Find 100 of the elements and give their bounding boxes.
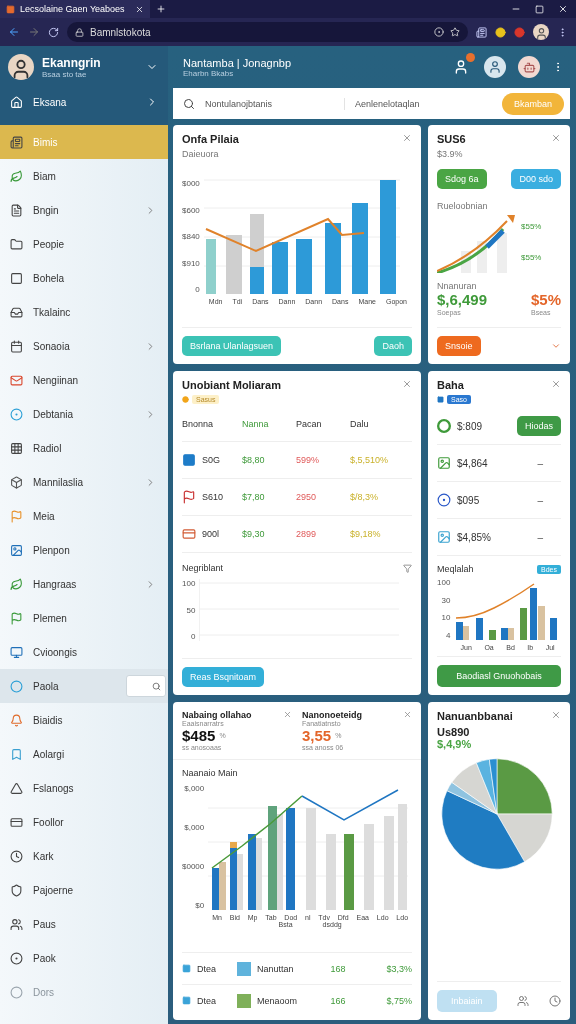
folder-icon (10, 237, 23, 251)
sidebar-item[interactable]: Biaidis (0, 703, 168, 737)
user-subtitle: Bsaa sto tae (42, 69, 87, 79)
axis-label: 4 (444, 630, 451, 640)
sidebar-item[interactable]: Cvioongis (0, 635, 168, 669)
stat-title: Nabaing ollahao (182, 710, 252, 720)
sidebar-item[interactable]: Bngin (0, 193, 168, 227)
section-title: Negriblant (182, 563, 224, 573)
table-cell: $9,18% (350, 529, 381, 539)
caret-icon[interactable] (551, 341, 561, 351)
card-subtitle: $3.9% (437, 149, 464, 159)
leaf-icon (10, 169, 23, 183)
back-icon[interactable] (8, 26, 20, 38)
page-subtitle: Eharbn Bkabs (183, 68, 235, 78)
axis-label: 0 (194, 285, 200, 294)
sidebar-item[interactable]: Sonaoia (0, 329, 168, 363)
forward-icon[interactable] (28, 26, 40, 38)
list-value: $4,864 (457, 457, 489, 469)
axis-label: 10 (440, 613, 451, 623)
sidebar-item[interactable]: Nengiinan (0, 363, 168, 397)
avatar-icon[interactable] (484, 56, 506, 79)
sidebar-item[interactable]: Paola (0, 669, 168, 703)
maximize-icon[interactable] (535, 4, 544, 14)
profile-avatar[interactable] (533, 24, 549, 40)
sidebar-item[interactable]: Eksana (8, 85, 158, 119)
page-title: Nantamba | Jonagnbp (183, 56, 293, 69)
robot-icon[interactable] (518, 56, 540, 79)
small-field[interactable] (126, 675, 166, 697)
lock-icon (75, 27, 84, 37)
bar (271, 242, 288, 294)
sidebar-item[interactable]: Pajoerne (0, 873, 168, 907)
card-title: Onfa Pilaia (182, 133, 239, 145)
table-cell: S0G (202, 455, 220, 465)
clock-icon[interactable] (549, 995, 561, 1007)
bar (225, 235, 242, 294)
filter-field[interactable]: Aenlenelotaqlan (353, 97, 494, 110)
sidebar-item[interactable]: Radiol (0, 431, 168, 465)
sidebar-item[interactable]: Fslanogs (0, 771, 168, 805)
card-icon (182, 527, 196, 541)
square-icon (182, 453, 196, 467)
bar (550, 618, 558, 640)
sidebar-item[interactable]: Aolargi (0, 737, 168, 771)
search-field[interactable]: Nontulanojbtanis (203, 97, 345, 110)
action-button[interactable]: Baodiasl Gnuohobais (437, 665, 561, 687)
table-cell: $7,80 (242, 492, 265, 502)
sidebar-item[interactable]: Plenpon (0, 533, 168, 567)
table-cell: 900l (202, 529, 219, 539)
legend-name: Nanuttan (257, 963, 295, 974)
target-icon (434, 27, 444, 37)
stat-value: $,4,9% (437, 738, 473, 750)
sidebar-item[interactable]: Plemen (0, 601, 168, 635)
users-icon[interactable] (516, 995, 529, 1007)
inbox-icon (10, 305, 23, 319)
legend-count: 166 (330, 995, 347, 1006)
reload-icon[interactable] (48, 26, 59, 38)
action-button[interactable]: Hiodas (517, 416, 561, 436)
sidebar-item[interactable]: Hangraas (0, 567, 168, 601)
image-icon (10, 543, 23, 557)
sidebar-item[interactable]: Kark (0, 839, 168, 873)
axis-label: $,000 (183, 823, 205, 832)
sidebar-item[interactable]: Biam (0, 159, 168, 193)
sidebar-item[interactable]: Foollor (0, 805, 168, 839)
sidebar-item[interactable]: Meia (0, 499, 168, 533)
list-action: – (537, 457, 543, 469)
circle-icon (10, 679, 23, 693)
image-icon (437, 530, 451, 544)
axis-label: $910 (182, 258, 200, 268)
mail-icon (10, 373, 23, 387)
sidebar-item[interactable]: Debtania (0, 397, 168, 431)
tab-title: Lecsolaine Gaen Yeaboes (20, 4, 126, 14)
bar (476, 618, 484, 640)
new-tab-icon[interactable] (156, 4, 166, 14)
filter-icon[interactable] (403, 563, 412, 573)
chart-title: Meqlalah (437, 564, 474, 574)
home-icon (10, 95, 23, 109)
address-bar[interactable]: Bamnlstokota (67, 22, 468, 42)
sidebar-item[interactable]: Bohela (0, 261, 168, 295)
browser-tab[interactable]: Lecsolaine Gaen Yeaboes (0, 0, 150, 18)
circle-icon (437, 419, 451, 433)
tag-icon (182, 996, 191, 1005)
axis-label: 100 (182, 579, 196, 588)
monitor-icon (10, 645, 23, 659)
bookmark-icon[interactable] (450, 27, 460, 37)
extension-icon[interactable] (495, 26, 506, 38)
stat-value: $485 (182, 727, 216, 744)
grid-icon (10, 441, 23, 455)
legend-name: Menaoom (257, 995, 299, 1006)
bar (497, 233, 507, 273)
sidebar-item[interactable]: Mannilaslia (0, 465, 168, 499)
close-icon[interactable] (558, 4, 568, 14)
leaf-icon (10, 577, 23, 591)
sidebar-item[interactable]: Tkalainc (0, 295, 168, 329)
sidebar-item[interactable]: Paok (0, 941, 168, 975)
sidebar-item[interactable]: Peopie (0, 227, 168, 261)
list-action: – (537, 494, 543, 506)
bar (324, 223, 341, 294)
axis-label: $,000 (183, 784, 205, 793)
sidebar-item[interactable]: Paus (0, 907, 168, 941)
close-icon[interactable] (135, 4, 144, 14)
card-title: Nanuanbbanai (437, 710, 513, 722)
